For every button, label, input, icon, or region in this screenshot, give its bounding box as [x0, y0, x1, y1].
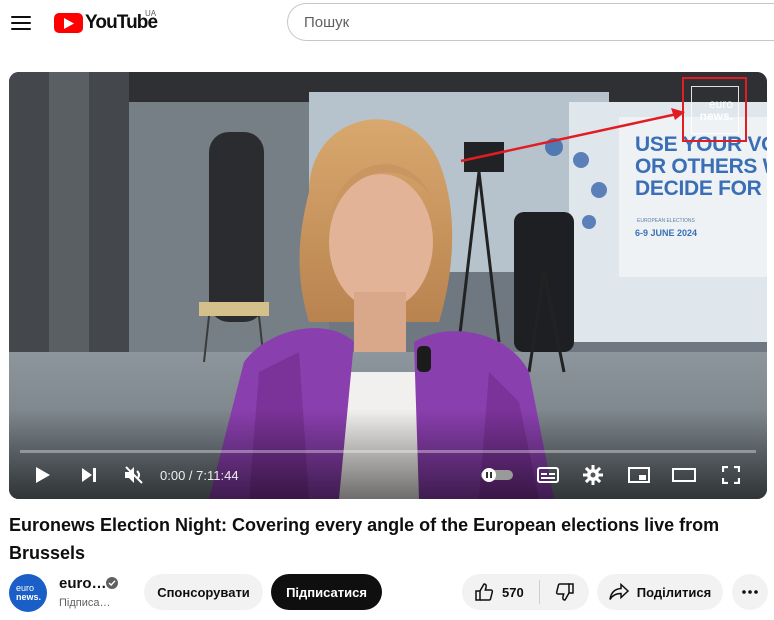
- share-icon: [609, 583, 629, 600]
- background-banner-date: 6-9 JUNE 2024: [635, 228, 698, 238]
- watermark-line2: news.: [699, 109, 733, 123]
- share-button[interactable]: Поділитися: [597, 574, 723, 610]
- background-banner-text: USE YOUR VO OR OTHERS W DECIDE FOR Y: [635, 133, 767, 200]
- like-icon: [475, 583, 494, 601]
- sponsor-button[interactable]: Спонсорувати: [144, 574, 263, 610]
- progress-bar[interactable]: [20, 450, 756, 453]
- search-box: [287, 3, 774, 41]
- time-display: 0:00 / 7:11:44: [160, 468, 239, 483]
- theater-icon[interactable]: [669, 460, 699, 490]
- play-icon[interactable]: [29, 460, 57, 490]
- channel-avatar[interactable]: euro news.: [9, 574, 47, 612]
- region-code: UA: [145, 9, 157, 18]
- like-count: 570: [502, 584, 524, 600]
- dislike-icon: [555, 583, 574, 601]
- search-input[interactable]: [288, 4, 774, 40]
- settings-icon[interactable]: [579, 460, 607, 490]
- like-button[interactable]: 570: [462, 574, 539, 610]
- masthead: YouTube UA: [0, 0, 774, 48]
- avatar-line2: news.: [16, 592, 42, 602]
- dislike-button[interactable]: [540, 574, 589, 610]
- autoplay-toggle-icon[interactable]: [479, 460, 515, 490]
- miniplayer-icon[interactable]: [625, 460, 653, 490]
- like-dislike-group: 570: [462, 574, 589, 610]
- channel-name[interactable]: euro…: [59, 575, 107, 592]
- menu-icon[interactable]: [9, 11, 33, 35]
- mute-icon[interactable]: [119, 460, 149, 490]
- subscriber-count: Підписа…: [59, 597, 111, 609]
- fullscreen-icon[interactable]: [717, 460, 745, 490]
- verified-icon: [106, 577, 118, 589]
- next-icon[interactable]: [75, 460, 103, 490]
- video-title: Euronews Election Night: Covering every …: [9, 515, 720, 563]
- subtitles-icon[interactable]: [534, 460, 562, 490]
- share-label: Поділитися: [636, 584, 712, 600]
- more-icon[interactable]: [732, 574, 768, 610]
- youtube-logo[interactable]: YouTube: [54, 11, 158, 35]
- video-player[interactable]: USE YOUR VO OR OTHERS W DECIDE FOR Y EUR…: [9, 72, 767, 499]
- subscribe-button[interactable]: Підписатися: [271, 574, 382, 610]
- background-banner-subtitle: EUROPEAN ELECTIONS: [637, 218, 695, 224]
- euronews-watermark-highlight: euro news.: [682, 77, 747, 142]
- youtube-logo-icon: [54, 13, 83, 33]
- euronews-watermark-logo: euro news.: [691, 86, 739, 134]
